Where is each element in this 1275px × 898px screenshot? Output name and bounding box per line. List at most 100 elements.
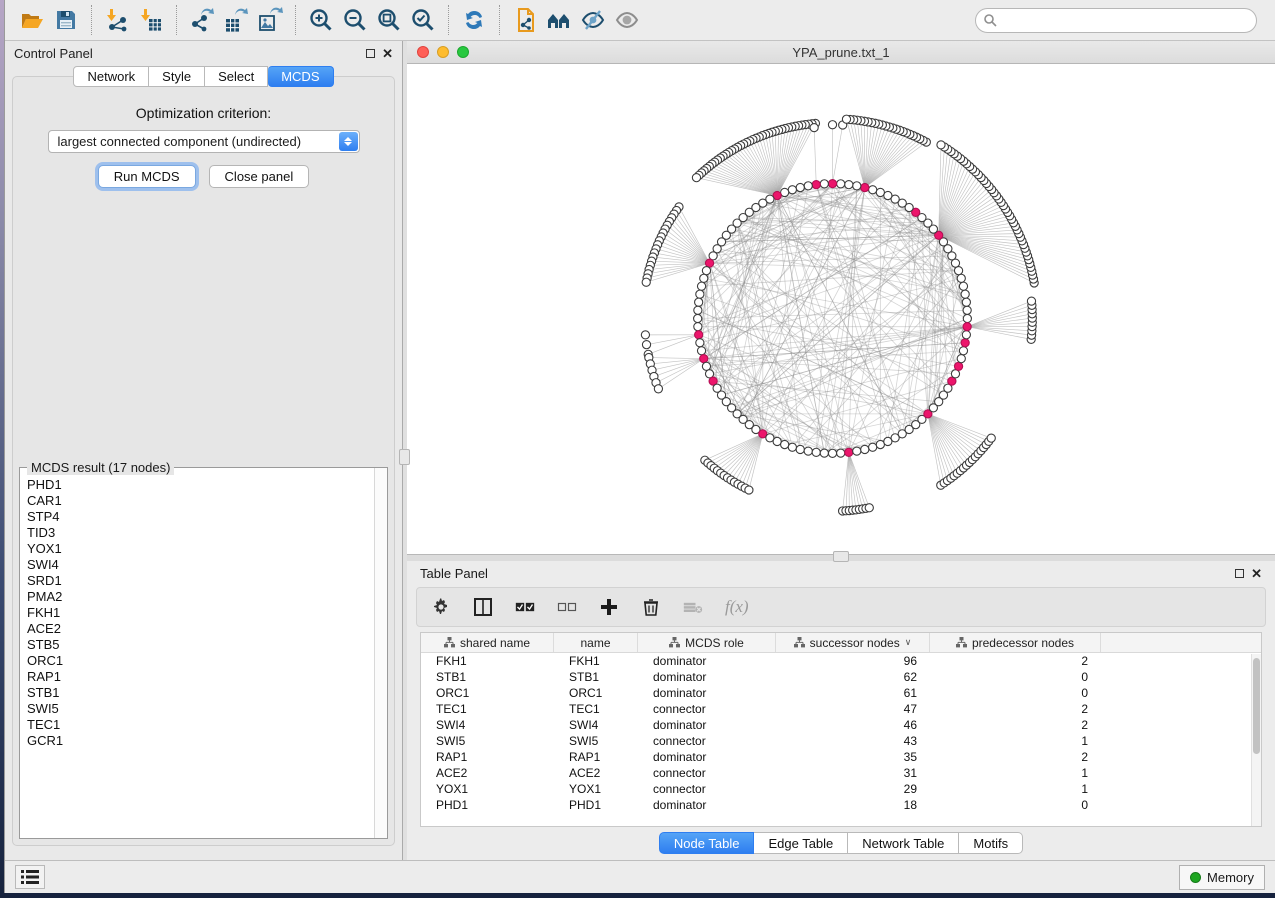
vertical-splitter[interactable]: [402, 41, 407, 860]
export-table-icon[interactable]: [219, 5, 253, 35]
zoom-fit-icon[interactable]: [372, 5, 406, 35]
column-header-shared-name[interactable]: shared name: [421, 633, 554, 652]
run-mcds-button[interactable]: Run MCDS: [98, 165, 196, 188]
tab-select[interactable]: Select: [205, 66, 268, 87]
table-cell: TEC1: [421, 702, 554, 716]
table-cell: ACE2: [554, 766, 638, 780]
mcds-result-item[interactable]: SWI5: [27, 701, 374, 717]
mcds-list-scrollbar[interactable]: [374, 468, 387, 838]
table-cell: 18: [776, 798, 930, 812]
zoom-selected-icon[interactable]: [406, 5, 440, 35]
table-cell: dominator: [638, 654, 776, 668]
open-file-icon[interactable]: [15, 5, 49, 35]
column-header-name[interactable]: name: [554, 633, 638, 652]
select-all-rows-icon[interactable]: [515, 597, 535, 617]
hide-selected-icon[interactable]: [576, 5, 610, 35]
column-header-mcds-role[interactable]: MCDS role: [638, 633, 776, 652]
table-row[interactable]: TEC1TEC1connector472: [421, 701, 1261, 717]
tab-mcds[interactable]: MCDS: [268, 66, 333, 87]
create-column-icon[interactable]: [599, 597, 619, 617]
memory-button[interactable]: Memory: [1179, 865, 1265, 890]
column-type-icon: [794, 637, 805, 648]
mcds-result-item[interactable]: CAR1: [27, 493, 374, 509]
table-row[interactable]: FKH1FKH1dominator962: [421, 653, 1261, 669]
tab-motifs[interactable]: Motifs: [959, 832, 1023, 854]
close-panel-button[interactable]: Close panel: [209, 165, 310, 188]
tab-node-table[interactable]: Node Table: [659, 832, 755, 854]
mcds-result-item[interactable]: PHD1: [27, 477, 374, 493]
table-row[interactable]: STB1STB1dominator620: [421, 669, 1261, 685]
tab-network[interactable]: Network: [73, 66, 149, 87]
table-row[interactable]: RAP1RAP1dominator352: [421, 749, 1261, 765]
table-row[interactable]: ORC1ORC1dominator610: [421, 685, 1261, 701]
zoom-in-icon[interactable]: [304, 5, 338, 35]
table-row[interactable]: PHD1PHD1dominator180: [421, 797, 1261, 813]
tab-network-table[interactable]: Network Table: [848, 832, 959, 854]
mcds-result-item[interactable]: FKH1: [27, 605, 374, 621]
table-row[interactable]: SWI5SWI5connector431: [421, 733, 1261, 749]
import-table-icon[interactable]: [134, 5, 168, 35]
memory-status-icon: [1190, 872, 1201, 883]
column-header-predecessor-nodes[interactable]: predecessor nodes: [930, 633, 1101, 652]
show-all-icon[interactable]: [610, 5, 644, 35]
delete-column-icon[interactable]: [641, 597, 661, 617]
table-row[interactable]: YOX1YOX1connector291: [421, 781, 1261, 797]
apply-layout-icon[interactable]: [457, 5, 491, 35]
cytoscape-window: Control Panel ✕ Network Style Select MCD…: [4, 0, 1275, 893]
houses-icon[interactable]: [542, 5, 576, 35]
tab-style[interactable]: Style: [149, 66, 205, 87]
mcds-result-item[interactable]: TEC1: [27, 717, 374, 733]
table-cell: 2: [930, 718, 1101, 732]
table-settings-gear-icon[interactable]: [431, 597, 451, 617]
search-input[interactable]: [975, 8, 1257, 33]
splitter-grip[interactable]: [399, 449, 410, 465]
table-cell: ACE2: [421, 766, 554, 780]
close-panel-icon[interactable]: ✕: [382, 47, 393, 60]
column-header-successor-nodes[interactable]: successor nodes ∨: [776, 633, 930, 652]
table-cell: SWI4: [554, 718, 638, 732]
save-session-icon[interactable]: [49, 5, 83, 35]
mcds-result-item[interactable]: STB1: [27, 685, 374, 701]
mcds-result-item[interactable]: SRD1: [27, 573, 374, 589]
export-image-icon[interactable]: [253, 5, 287, 35]
delete-table-icon: [683, 597, 703, 617]
new-network-from-selection-icon[interactable]: [508, 5, 542, 35]
zoom-out-icon[interactable]: [338, 5, 372, 35]
table-cell: 35: [776, 750, 930, 764]
table-row[interactable]: SWI4SWI4dominator462: [421, 717, 1261, 733]
mcds-result-item[interactable]: ORC1: [27, 653, 374, 669]
table-row[interactable]: ACE2ACE2connector311: [421, 765, 1261, 781]
mcds-result-item[interactable]: STP4: [27, 509, 374, 525]
deselect-all-rows-icon[interactable]: [557, 597, 577, 617]
mcds-result-item[interactable]: STB5: [27, 637, 374, 653]
tab-edge-table[interactable]: Edge Table: [754, 832, 848, 854]
float-panel-icon[interactable]: [366, 49, 375, 58]
mcds-result-list: PHD1CAR1STP4TID3YOX1SWI4SRD1PMA2FKH1ACE2…: [20, 468, 374, 838]
table-cell: RAP1: [421, 750, 554, 764]
criterion-select[interactable]: largest connected component (undirected): [48, 130, 360, 153]
network-window-titlebar[interactable]: YPA_prune.txt_1: [407, 41, 1275, 64]
table-cell: PHD1: [554, 798, 638, 812]
mcds-result-item[interactable]: RAP1: [27, 669, 374, 685]
mcds-result-item[interactable]: TID3: [27, 525, 374, 541]
show-columns-icon[interactable]: [473, 597, 493, 617]
task-history-button[interactable]: [15, 865, 45, 889]
mcds-result-item[interactable]: ACE2: [27, 621, 374, 637]
mcds-result-item[interactable]: GCR1: [27, 733, 374, 749]
mcds-result-item[interactable]: SWI4: [27, 557, 374, 573]
mcds-result-item[interactable]: PMA2: [27, 589, 374, 605]
close-panel-icon[interactable]: ✕: [1251, 567, 1262, 580]
export-network-icon[interactable]: [185, 5, 219, 35]
network-graph-canvas[interactable]: [407, 64, 1275, 554]
table-scrollbar[interactable]: [1251, 654, 1261, 826]
float-panel-icon[interactable]: [1235, 569, 1244, 578]
mcds-result-item[interactable]: YOX1: [27, 541, 374, 557]
splitter-grip[interactable]: [833, 551, 849, 562]
table-cell: 2: [930, 702, 1101, 716]
control-panel-title: Control Panel: [14, 46, 93, 61]
table-cell: FKH1: [421, 654, 554, 668]
import-network-icon[interactable]: [100, 5, 134, 35]
horizontal-splitter[interactable]: [407, 554, 1275, 561]
node-table: shared name name MCDS role successor nod…: [420, 632, 1262, 827]
scrollbar-thumb[interactable]: [1253, 658, 1260, 754]
